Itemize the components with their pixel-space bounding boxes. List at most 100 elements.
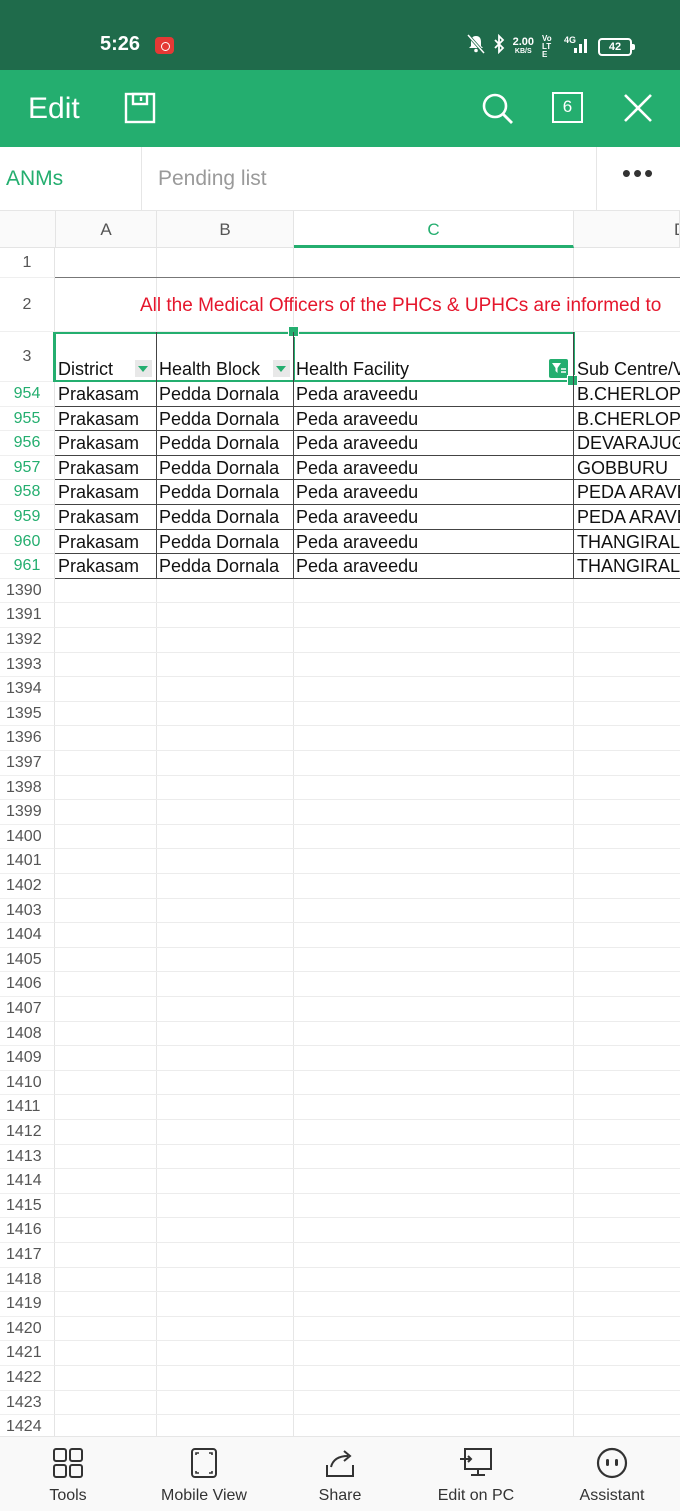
table-cell[interactable]: Pedda Dornala: [157, 506, 293, 529]
table-cell[interactable]: Peda araveedu: [294, 531, 573, 554]
row-number[interactable]: 1407: [0, 997, 55, 1022]
share-button[interactable]: Share: [272, 1437, 408, 1511]
row-number[interactable]: 1390: [0, 578, 55, 604]
search-icon[interactable]: [481, 92, 515, 131]
table-cell[interactable]: Prakasam: [56, 432, 156, 455]
table-cell[interactable]: Pedda Dornala: [157, 481, 293, 504]
gridline: [55, 1340, 680, 1342]
table-cell[interactable]: Pedda Dornala: [157, 555, 293, 578]
table-cell[interactable]: Prakasam: [56, 481, 156, 504]
row-number[interactable]: 1409: [0, 1046, 55, 1071]
row-number[interactable]: 1413: [0, 1144, 55, 1170]
row-number[interactable]: 1400: [0, 824, 55, 850]
tools-button[interactable]: Tools: [0, 1437, 136, 1511]
table-cell[interactable]: Prakasam: [56, 383, 156, 406]
assistant-button[interactable]: Assistant: [544, 1437, 680, 1511]
row-number[interactable]: 1396: [0, 726, 55, 751]
row-number[interactable]: 1421: [0, 1341, 55, 1366]
row-number[interactable]: 1393: [0, 652, 55, 678]
row-number[interactable]: 2: [0, 278, 55, 332]
row-number[interactable]: 958: [0, 480, 55, 505]
row-number[interactable]: 954: [0, 382, 55, 407]
row-number[interactable]: 1392: [0, 628, 55, 653]
table-cell[interactable]: PEDA ARAVE: [575, 506, 680, 529]
select-all-corner[interactable]: [0, 211, 56, 248]
row-number[interactable]: 1405: [0, 947, 55, 973]
banner-text[interactable]: All the Medical Officers of the PHCs & U…: [140, 295, 661, 317]
table-cell[interactable]: B.CHERLOPAL: [575, 383, 680, 406]
table-cell[interactable]: Pedda Dornala: [157, 383, 293, 406]
row-number[interactable]: 1397: [0, 751, 55, 776]
table-cell[interactable]: THANGIRALL: [575, 531, 680, 554]
row-number[interactable]: 1395: [0, 701, 55, 727]
row-number[interactable]: 955: [0, 406, 55, 432]
row-number[interactable]: 1418: [0, 1267, 55, 1293]
column-header-b[interactable]: B: [157, 211, 294, 248]
table-cell[interactable]: GOBBURU: [575, 457, 680, 480]
row-number[interactable]: 1404: [0, 923, 55, 948]
table-cell[interactable]: Prakasam: [56, 408, 156, 431]
edit-on-pc-button[interactable]: Edit on PC: [408, 1437, 544, 1511]
row-number[interactable]: 961: [0, 554, 55, 579]
mobile-view-button[interactable]: Mobile View: [136, 1437, 272, 1511]
table-cell[interactable]: Peda araveedu: [294, 383, 573, 406]
row-number[interactable]: 1411: [0, 1095, 55, 1120]
row-number[interactable]: 1417: [0, 1243, 55, 1268]
close-icon[interactable]: [622, 92, 654, 129]
table-cell[interactable]: Pedda Dornala: [157, 531, 293, 554]
table-cell[interactable]: B.CHERLOPAL: [575, 408, 680, 431]
row-number[interactable]: 1410: [0, 1070, 55, 1096]
row-number[interactable]: 1415: [0, 1193, 55, 1219]
column-header-c[interactable]: C: [294, 211, 574, 248]
row-number[interactable]: 957: [0, 455, 55, 481]
row-number[interactable]: 3: [0, 332, 55, 382]
row-number[interactable]: 1403: [0, 898, 55, 924]
spreadsheet-grid[interactable]: A B C D 1 2 All the Medical Officers of …: [0, 211, 680, 1436]
table-cell[interactable]: Pedda Dornala: [157, 457, 293, 480]
row-number[interactable]: 956: [0, 431, 55, 456]
table-cell[interactable]: Peda araveedu: [294, 408, 573, 431]
status-indicators: 2.00 KB/S Vo LTE 4G 42: [466, 33, 635, 60]
table-cell[interactable]: Pedda Dornala: [157, 408, 293, 431]
row-number[interactable]: 959: [0, 505, 55, 530]
more-tabs-button[interactable]: •••: [596, 147, 680, 211]
row-number[interactable]: 1: [0, 248, 55, 278]
row-number[interactable]: 1412: [0, 1120, 55, 1145]
row-number[interactable]: 1422: [0, 1366, 55, 1391]
table-cell[interactable]: PEDA ARAVE: [575, 481, 680, 504]
row-number[interactable]: 1423: [0, 1390, 55, 1416]
row-number[interactable]: 1408: [0, 1021, 55, 1047]
row-number[interactable]: 1419: [0, 1292, 55, 1317]
table-cell[interactable]: Peda araveedu: [294, 457, 573, 480]
table-cell[interactable]: Prakasam: [56, 457, 156, 480]
row-number[interactable]: 1401: [0, 849, 55, 874]
table-cell[interactable]: Prakasam: [56, 531, 156, 554]
column-header-d[interactable]: D: [574, 211, 680, 248]
row-number[interactable]: 1406: [0, 972, 55, 997]
table-cell[interactable]: Prakasam: [56, 555, 156, 578]
row-number[interactable]: 1414: [0, 1169, 55, 1194]
save-icon[interactable]: [124, 92, 156, 129]
table-cell[interactable]: Peda araveedu: [294, 481, 573, 504]
row-number[interactable]: 1399: [0, 800, 55, 825]
table-cell[interactable]: Peda araveedu: [294, 432, 573, 455]
tab-anms-aadhar[interactable]: ANMs Aadhar: [0, 147, 142, 254]
table-cell[interactable]: Pedda Dornala: [157, 432, 293, 455]
column-header-a[interactable]: A: [56, 211, 157, 248]
row-number[interactable]: 1424: [0, 1415, 55, 1436]
row-number[interactable]: 960: [0, 529, 55, 555]
table-cell[interactable]: DEVARAJUGA: [575, 432, 680, 455]
row-number[interactable]: 1394: [0, 677, 55, 702]
header-sub-centre[interactable]: Sub Centre/V: [575, 359, 680, 380]
row-number[interactable]: 1398: [0, 775, 55, 801]
table-cell[interactable]: THANGIRALL: [575, 555, 680, 578]
table-cell[interactable]: Peda araveedu: [294, 555, 573, 578]
windows-count-icon[interactable]: 6: [552, 92, 583, 123]
table-cell[interactable]: Prakasam: [56, 506, 156, 529]
row-number[interactable]: 1391: [0, 603, 55, 628]
tab-pending-list[interactable]: Pending list: [152, 147, 273, 211]
row-number[interactable]: 1420: [0, 1316, 55, 1342]
row-number[interactable]: 1416: [0, 1218, 55, 1243]
row-number[interactable]: 1402: [0, 874, 55, 899]
table-cell[interactable]: Peda araveedu: [294, 506, 573, 529]
